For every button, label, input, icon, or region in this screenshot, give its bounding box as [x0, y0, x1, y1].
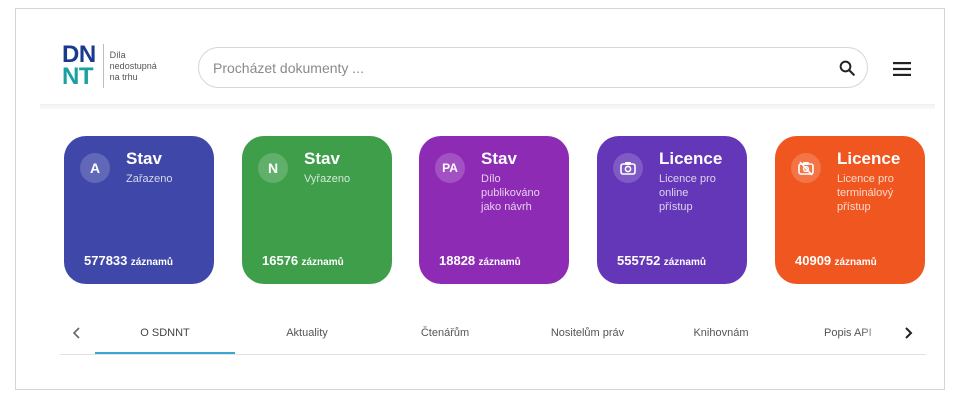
card-count-number: 16576	[262, 253, 299, 268]
logo-divider	[102, 44, 104, 88]
tab-active-indicator	[95, 352, 235, 354]
no-camera-icon	[791, 153, 821, 183]
tab-knihovnam[interactable]: Knihovnám	[686, 327, 756, 339]
card-title: Licence	[659, 149, 723, 168]
card-count: 555752 záznamů	[617, 253, 706, 268]
card-badge: A	[80, 153, 110, 183]
card-subtitle: Licence pro terminálový přístup	[837, 173, 894, 213]
card-licence-terminal[interactable]: Licence Licence pro terminálový přístup …	[775, 136, 925, 284]
card-title: Stav	[126, 149, 162, 168]
tab-o-sdnnt[interactable]: O SDNNT	[135, 327, 195, 339]
card-count-unit: záznamů	[834, 257, 877, 268]
card-subtitle: Licence pro online přístup	[659, 173, 716, 213]
card-count-unit: záznamů	[130, 257, 173, 268]
logo-text-line2: nedostupná	[109, 61, 157, 71]
logo-letters-row2: NT	[62, 63, 94, 90]
card-subtitle: Zařazeno	[126, 173, 173, 185]
search-icon[interactable]	[827, 48, 867, 88]
card-stav-navrh[interactable]: PA Stav Dílo publikováno jako návrh 1882…	[419, 136, 569, 284]
card-count: 18828 záznamů	[439, 253, 521, 268]
card-count: 40909 záznamů	[795, 253, 877, 268]
hamburger-menu-icon[interactable]	[890, 60, 914, 78]
card-title: Stav	[304, 149, 340, 168]
logo-text-line3: na trhu	[109, 72, 138, 82]
card-subtitle: Vyřazeno	[304, 173, 351, 185]
tab-aktuality[interactable]: Aktuality	[272, 327, 342, 339]
card-badge: PA	[435, 153, 465, 183]
logo-text-line1: Díla	[109, 50, 126, 60]
tab-ctenarum[interactable]: Čtenářům	[410, 327, 480, 339]
tabs-underline	[60, 354, 926, 355]
card-title: Stav	[481, 149, 517, 168]
card-count-number: 577833	[84, 253, 128, 268]
tab-nositelum-prav[interactable]: Nositelům práv	[540, 327, 635, 339]
chevron-right-icon[interactable]	[898, 322, 918, 344]
card-count: 577833 záznamů	[84, 253, 173, 268]
card-count-number: 555752	[617, 253, 661, 268]
logo[interactable]: DN NT Díla nedostupná na trhu	[62, 43, 157, 90]
card-count-number: 40909	[795, 253, 832, 268]
card-badge: N	[258, 153, 288, 183]
search-box	[198, 47, 868, 88]
card-licence-online[interactable]: Licence Licence pro online přístup 55575…	[597, 136, 747, 284]
card-subtitle: Dílo publikováno jako návrh	[481, 173, 540, 213]
header-divider	[40, 104, 935, 109]
card-count-unit: záznamů	[478, 257, 521, 268]
card-count: 16576 záznamů	[262, 253, 344, 268]
card-count-number: 18828	[439, 253, 476, 268]
card-count-unit: záznamů	[663, 257, 706, 268]
camera-icon	[613, 153, 643, 183]
card-stav-zarazeno[interactable]: A Stav Zařazeno 577833 záznamů	[64, 136, 214, 284]
card-stav-vyrazeno[interactable]: N Stav Vyřazeno 16576 záznamů	[242, 136, 392, 284]
logo-text: Díla nedostupná na trhu	[110, 44, 157, 83]
card-title: Licence	[837, 149, 901, 168]
card-count-unit: záznamů	[301, 257, 344, 268]
tabs-fade	[860, 318, 894, 352]
chevron-left-icon[interactable]	[67, 322, 87, 344]
search-input[interactable]	[213, 59, 827, 76]
logo-letters: DN NT	[62, 43, 96, 90]
